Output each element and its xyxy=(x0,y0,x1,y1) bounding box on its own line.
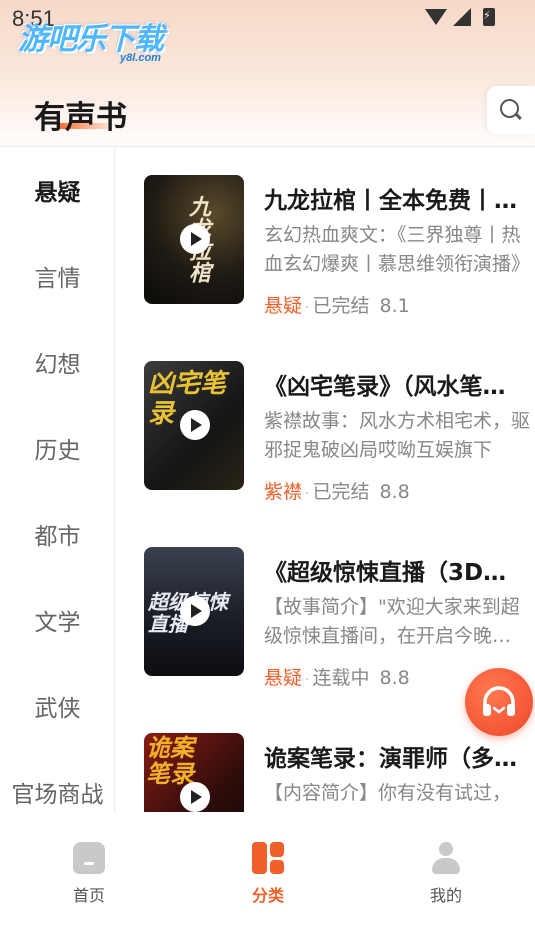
sidebar-item-romance[interactable]: 言情 xyxy=(0,246,114,306)
sidebar-item-history[interactable]: 历史 xyxy=(0,418,114,478)
book-cover: 凶宅笔录 xyxy=(144,361,244,490)
search-button[interactable] xyxy=(487,86,535,134)
page-header: 有声书 xyxy=(0,80,535,146)
play-icon[interactable] xyxy=(180,410,210,440)
category-icon xyxy=(252,842,284,874)
sidebar-item-literature[interactable]: 文学 xyxy=(0,590,114,650)
sidebar-item-suspense[interactable]: 悬疑 xyxy=(0,160,114,220)
battery-icon xyxy=(483,8,495,26)
play-icon[interactable] xyxy=(180,224,210,254)
audio-player-float-button[interactable] xyxy=(465,668,533,736)
book-description: 【内容简介】你有没有试过， xyxy=(264,782,512,804)
tab-mine[interactable]: 我的 xyxy=(396,842,496,912)
book-item[interactable]: 九龙拉棺 九龙拉棺丨全本免费丨玄幻 玄幻热血爽文：《三界独尊丨热血玄幻爆爽丨慕思… xyxy=(116,147,535,317)
tab-category[interactable]: 分类 xyxy=(218,842,318,912)
sidebar-item-officialdom[interactable]: 官场商战 xyxy=(0,762,114,812)
book-tag: 紫襟 xyxy=(264,481,303,503)
book-description: 【故事简介】"欢迎大家来到超级惊悚直播间，在开启今晚的直播之前 xyxy=(264,596,530,647)
watermark-logo: 游吧乐下载 y8l.com xyxy=(18,14,188,72)
book-cover: 超级惊悚直播 xyxy=(144,547,244,676)
book-status: 连载中 xyxy=(312,667,370,689)
book-description: 紫襟故事：风水方术相宅术，驱邪捉鬼破凶局哎呦互娱旗下 xyxy=(264,410,530,461)
sidebar-item-urban[interactable]: 都市 xyxy=(0,504,114,564)
watermark-subtext: y8l.com xyxy=(120,52,161,64)
tab-home[interactable]: 首页 xyxy=(39,842,139,912)
book-title: 《凶宅笔录》（风水笔录） xyxy=(264,374,526,400)
tab-home-label: 首页 xyxy=(72,886,105,905)
book-tag: 悬疑 xyxy=(264,295,303,317)
book-title: 九龙拉棺丨全本免费丨玄幻 xyxy=(264,188,526,214)
book-title: 诡案笔录：演罪师（多人） xyxy=(264,746,526,772)
play-icon[interactable] xyxy=(180,782,210,812)
home-icon xyxy=(73,842,105,874)
book-status: 已完结 xyxy=(312,295,370,317)
cover-title: 诡案笔录 xyxy=(146,733,194,788)
search-icon xyxy=(500,99,522,121)
play-icon[interactable] xyxy=(180,596,210,626)
bottom-tab-bar: 首页 分类 我的 xyxy=(0,812,535,951)
book-cover: 九龙拉棺 xyxy=(144,175,244,304)
book-title: 《超级惊悚直播（3D版）》 xyxy=(264,560,526,586)
category-sidebar: 悬疑 言情 幻想 历史 都市 文学 武侠 官场商战 xyxy=(0,147,115,812)
status-icons xyxy=(425,8,495,26)
book-status: 已完结 xyxy=(312,481,370,503)
book-meta: 悬疑 · 连载中 8.8 xyxy=(264,667,410,689)
book-tag: 悬疑 xyxy=(264,667,303,689)
signal-icon xyxy=(453,8,471,26)
sidebar-item-wuxia[interactable]: 武侠 xyxy=(0,676,114,736)
book-item[interactable]: 凶宅笔录 《凶宅笔录》（风水笔录） 紫襟故事：风水方术相宅术，驱邪捉鬼破凶局哎呦… xyxy=(116,333,535,503)
headphone-icon xyxy=(483,686,515,716)
book-score: 8.1 xyxy=(379,295,410,317)
wifi-icon xyxy=(425,9,447,25)
book-cover: 诡案笔录 xyxy=(144,733,244,812)
book-meta: 紫襟 · 已完结 8.8 xyxy=(264,481,410,503)
book-description: 玄幻热血爽文：《三界独尊丨热血玄幻爆爽丨慕思维领衔演播》 xyxy=(264,224,530,275)
book-score: 8.8 xyxy=(379,667,410,689)
profile-icon xyxy=(430,842,462,874)
tab-category-label: 分类 xyxy=(251,886,284,905)
page-title: 有声书 xyxy=(34,100,127,136)
book-meta: 悬疑 · 已完结 8.1 xyxy=(264,295,410,317)
tab-mine-label: 我的 xyxy=(429,886,462,905)
sidebar-item-fantasy[interactable]: 幻想 xyxy=(0,332,114,392)
book-item[interactable]: 超级惊悚直播 《超级惊悚直播（3D版）》 【故事简介】"欢迎大家来到超级惊悚直播… xyxy=(116,519,535,689)
book-score: 8.8 xyxy=(379,481,410,503)
